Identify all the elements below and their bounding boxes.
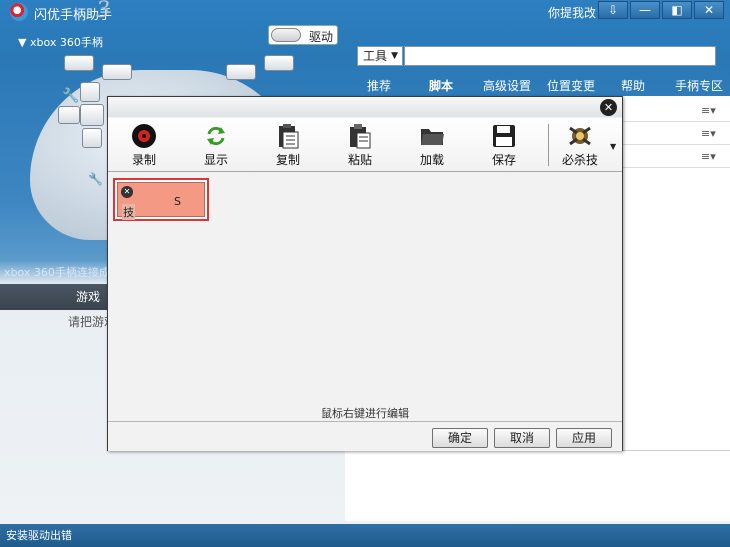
copy-icon (279, 124, 299, 149)
dpad-left-key[interactable] (58, 106, 80, 124)
controller-key[interactable] (102, 64, 132, 80)
skill-tag: 技 (122, 204, 135, 220)
search-input[interactable] (404, 46, 716, 66)
minimize-button[interactable]: — (630, 1, 660, 19)
load-button[interactable]: 加载 (406, 122, 458, 170)
tab-bar: 推荐 脚本 高级设置 位置变更 帮助 手柄专区 (345, 72, 730, 96)
close-icon[interactable]: ✕ (600, 99, 617, 116)
tab-help[interactable]: 帮助 (621, 77, 645, 94)
ok-button[interactable]: 确定 (432, 428, 488, 448)
driver-label: 驱动 (309, 30, 334, 44)
paste-button[interactable]: 粘贴 (334, 122, 386, 170)
record-label: 录制 (131, 153, 156, 167)
device-status: xbox 360手柄连接成功 (4, 266, 121, 279)
apply-button[interactable]: 应用 (556, 428, 612, 448)
title-bar: 闪优手柄助手 3 你提我改 ⇩ — ◧ ✕ (0, 0, 730, 24)
main-window: 闪优手柄助手 3 你提我改 ⇩ — ◧ ✕ ▼ xbox 360手柄 驱动 🔧 … (0, 0, 730, 547)
tool-select-value: 工具 (363, 49, 388, 63)
dialog-toolbar: 录制 显示 复制 粘贴 加载 保存 必杀技 ▼ (108, 118, 622, 172)
record-icon (132, 124, 156, 148)
skill-icon (569, 126, 591, 146)
skill-block[interactable]: ✕ 技 S (113, 178, 209, 221)
refresh-icon (207, 126, 225, 146)
controller-key[interactable] (64, 55, 94, 71)
device-selector[interactable]: ▼ xbox 360手柄 (18, 34, 103, 50)
tab-position[interactable]: 位置变更 (547, 77, 595, 94)
canvas-hint: 鼠标右键进行编辑 (321, 407, 409, 420)
skin-button[interactable]: ⇩ (598, 1, 628, 19)
dpad-center-key[interactable] (80, 104, 104, 126)
driver-toggle-button[interactable]: 驱动 (268, 25, 338, 45)
dpad-up-key[interactable] (80, 82, 100, 102)
details-panel (345, 450, 730, 521)
skill-key: S (174, 195, 181, 208)
restore-button[interactable]: ◧ (662, 1, 692, 19)
record-button[interactable]: 录制 (118, 122, 170, 170)
wrench-icon[interactable]: 🔧 (88, 172, 103, 186)
cancel-button[interactable]: 取消 (494, 428, 550, 448)
device-name: xbox 360手柄 (29, 36, 103, 49)
paste-icon (350, 124, 371, 149)
toolbar-separator (548, 124, 549, 166)
wrench-icon[interactable]: 🔧 (62, 88, 79, 104)
tab-advanced[interactable]: 高级设置 (483, 77, 531, 94)
menu-icon[interactable]: ≡▾ (701, 104, 716, 117)
tool-select[interactable]: 工具 ▼ (357, 46, 403, 66)
script-canvas[interactable]: ✕ 技 S 鼠标右键进行编辑 (108, 173, 622, 421)
show-button[interactable]: 显示 (190, 122, 242, 170)
save-label: 保存 (491, 153, 516, 167)
status-bar: 安装驱动出错 (0, 524, 730, 547)
save-icon (493, 125, 515, 147)
tab-recommend[interactable]: 推荐 (367, 77, 391, 94)
dpad-down-key[interactable] (82, 128, 102, 148)
menu-icon[interactable]: ≡▾ (701, 127, 716, 140)
folder-icon (421, 129, 444, 145)
copy-button[interactable]: 复制 (262, 122, 314, 170)
toggle-switch-icon (271, 28, 301, 42)
menu-icon[interactable]: ≡▾ (701, 150, 716, 163)
remove-icon[interactable]: ✕ (121, 186, 133, 198)
skill-editor-dialog: ✕ 录制 显示 复制 粘贴 加载 保存 必杀技 ▼ ✕ 技 S 鼠标右键进行编辑… (107, 96, 623, 451)
chevron-down-icon: ▼ (18, 36, 27, 49)
show-label: 显示 (203, 153, 228, 167)
controller-key[interactable] (264, 55, 294, 71)
feedback-link[interactable]: 你提我改 (548, 4, 596, 21)
dialog-title-bar: ✕ (108, 97, 622, 117)
app-logo-icon (10, 3, 28, 21)
dialog-footer: 确定 取消 应用 (108, 421, 622, 451)
tab-script[interactable]: 脚本 (429, 77, 453, 94)
copy-label: 复制 (275, 153, 300, 167)
controller-key[interactable] (226, 64, 256, 80)
close-button[interactable]: ✕ (694, 1, 724, 19)
tab-controller-zone[interactable]: 手柄专区 (675, 77, 723, 94)
paste-label: 粘贴 (347, 153, 372, 167)
special-skill-label: 必杀技 (561, 153, 598, 167)
load-label: 加载 (419, 153, 444, 167)
chevron-down-icon: ▼ (391, 51, 398, 61)
save-button[interactable]: 保存 (478, 122, 530, 170)
skill-block-body[interactable]: ✕ 技 S (117, 182, 205, 220)
chevron-down-icon[interactable]: ▼ (610, 142, 616, 151)
app-title-mark: 3 (96, 0, 110, 23)
special-skill-button[interactable]: 必杀技 (554, 122, 606, 170)
